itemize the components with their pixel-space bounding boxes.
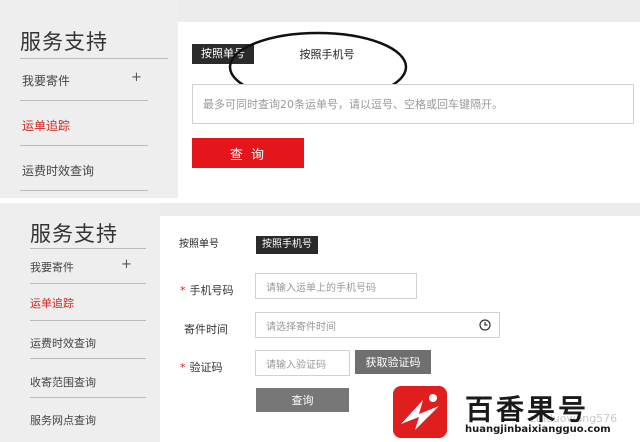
send-time-input[interactable]: 请选择寄件时间 (255, 312, 500, 338)
logo-mark-icon (393, 386, 447, 438)
tracking-form: 按照单号 按照手机号 最多可同时查询20条运单号，请以逗号、空格或回车键隔开。 … (178, 22, 640, 198)
sidebar-item-freight[interactable]: 运费时效查询 (30, 335, 96, 351)
logo-name: 百香果号 (465, 393, 590, 426)
sidebar: 服务支持 我要寄件 + 运单追踪 运费时效查询 收寄范围查询 服务网点查询 (0, 203, 160, 442)
divider (20, 100, 148, 101)
divider (20, 145, 148, 146)
captcha-input[interactable]: 请输入验证码 (255, 350, 350, 376)
time-label: 寄件时间 (184, 323, 228, 336)
get-code-button[interactable]: 获取验证码 (355, 350, 431, 374)
sidebar-item-freight[interactable]: 运费时效查询 (22, 162, 94, 179)
divider (30, 283, 146, 284)
sidebar-title: 服务支持 (30, 222, 118, 246)
sidebar-item-outlets[interactable]: 服务网点查询 (30, 412, 96, 428)
sidebar-item-send[interactable]: 我要寄件 (30, 259, 74, 275)
plus-icon[interactable]: + (131, 70, 142, 85)
query-button[interactable]: 查 询 (192, 138, 304, 168)
phone-label: * 手机号码 (180, 284, 234, 297)
required-mark: * (180, 284, 186, 297)
sidebar-title: 服务支持 (20, 30, 108, 54)
baixiangguo-logo: 百香果号 huangjinbaixiangguo.com (393, 384, 640, 442)
required-mark: * (180, 361, 186, 374)
divider (30, 248, 146, 249)
plus-icon[interactable]: + (121, 257, 132, 272)
divider (30, 320, 146, 321)
sidebar-item-tracking[interactable]: 运单追踪 (22, 117, 70, 134)
sidebar-item-tracking[interactable]: 运单追踪 (30, 295, 74, 311)
tab-by-number[interactable]: 按照单号 (172, 236, 226, 254)
query-button[interactable]: 查询 (256, 388, 349, 412)
top-screenshot: 服务支持 我要寄件 + 运单追踪 运费时效查询 按照单号 按照手机号 最多可同时… (0, 0, 640, 198)
clock-icon[interactable] (479, 319, 491, 331)
sidebar-item-range[interactable]: 收寄范围查询 (30, 374, 96, 390)
phone-input[interactable]: 请输入运单上的手机号码 (255, 273, 417, 299)
divider (20, 190, 148, 191)
tab-by-phone[interactable]: 按照手机号 (256, 236, 318, 254)
sidebar-item-send[interactable]: 我要寄件 (22, 72, 70, 89)
tracking-number-textarea[interactable]: 最多可同时查询20条运单号，请以逗号、空格或回车键隔开。 (192, 84, 634, 124)
divider (30, 358, 146, 359)
code-label: * 验证码 (180, 361, 223, 374)
divider (20, 58, 168, 59)
logo-url: huangjinbaixiangguo.com (465, 424, 611, 435)
divider (30, 397, 146, 398)
sidebar: 服务支持 我要寄件 + 运单追踪 运费时效查询 (0, 0, 178, 198)
